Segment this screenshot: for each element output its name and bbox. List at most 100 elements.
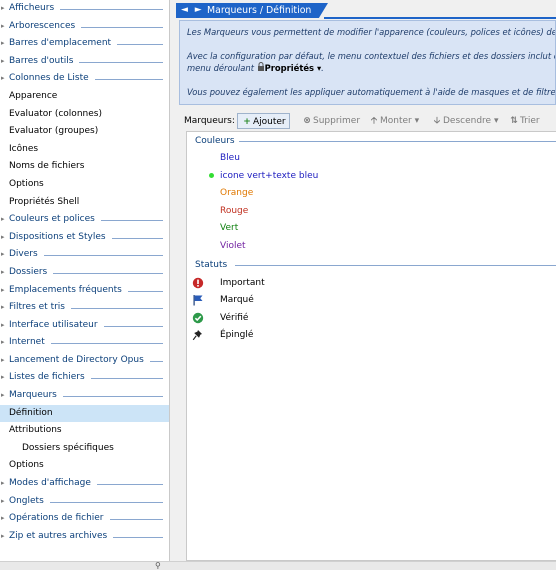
markers-list[interactable]: Couleurs Bleu icone vert+texte bleu Oran… (186, 131, 556, 561)
delete-button[interactable]: ⊗ Supprimer (298, 113, 363, 129)
arrow-down-icon: 🡣 (433, 116, 441, 126)
tree-section[interactable]: ▸ Arborescences (0, 18, 169, 36)
tree-section[interactable]: ▸ Modes d'affichage (0, 475, 169, 493)
tree-item[interactable]: Options (0, 457, 169, 475)
tree-label: Evaluator (groupes) (9, 126, 99, 137)
section-divider (50, 501, 163, 503)
list-item-color[interactable]: Bleu (220, 151, 240, 165)
list-item-color[interactable]: Orange (220, 186, 253, 200)
list-item-status[interactable]: Épinglé (220, 328, 253, 342)
chevron-right-icon[interactable]: ▸ (1, 53, 5, 71)
tree-item[interactable]: Icônes (0, 141, 169, 159)
tree-label: Modes d'affichage (9, 478, 91, 489)
tree-section[interactable]: ▸ Dossiers (0, 264, 169, 282)
add-button[interactable]: + Ajouter (237, 113, 290, 129)
group-divider (235, 265, 556, 266)
section-divider (110, 519, 163, 521)
tree-section[interactable]: ▸ Onglets (0, 493, 169, 511)
list-item-status[interactable]: Important (220, 276, 265, 290)
config-tree[interactable]: ▸ Afficheurs ▸ Arborescences ▸ Barres d'empla… (0, 0, 170, 561)
markers-label: Marqueurs: (184, 116, 235, 126)
arrow-up-icon: 🡡 (370, 116, 378, 126)
tree-section[interactable]: ▸ Listes de fichiers (0, 369, 169, 387)
chevron-right-icon[interactable]: ▸ (1, 299, 5, 317)
tree-label: Evaluator (colonnes) (9, 108, 102, 119)
section-divider (112, 237, 163, 239)
move-down-button[interactable]: 🡣 Descendre ▾ (428, 113, 502, 129)
tree-label: Arborescences (9, 20, 76, 31)
list-item-status[interactable]: Vérifié (220, 311, 248, 325)
tree-section[interactable]: ▸ Barres d'outils (0, 53, 169, 71)
tree-label: Opérations de fichier (9, 513, 104, 524)
tree-section[interactable]: ▸ Marqueurs (0, 387, 169, 405)
section-divider (101, 220, 163, 222)
tree-section[interactable]: ▸ Interface utilisateur (0, 317, 169, 335)
tree-item[interactable]: Dossiers spécifiques (0, 440, 169, 458)
tree-item[interactable]: Définition (0, 404, 169, 423)
tree-item[interactable]: Apparence (0, 88, 169, 106)
tree-label: Divers (9, 249, 38, 260)
section-divider (117, 44, 163, 46)
page-title: Marqueurs / Définition (207, 5, 312, 16)
tree-label: Dossiers spécifiques (22, 442, 114, 453)
tree-section[interactable]: ▸ Colonnes de Liste (0, 70, 169, 88)
chevron-right-icon[interactable]: ▸ (1, 369, 5, 387)
tree-section[interactable]: ▸ Internet (0, 334, 169, 352)
chevron-right-icon[interactable]: ▸ (1, 35, 5, 53)
tree-label: Définition (9, 407, 53, 418)
tree-item[interactable]: Options (0, 176, 169, 194)
chevron-right-icon[interactable]: ▸ (1, 282, 5, 300)
list-item-color[interactable]: Rouge (220, 204, 248, 218)
chevron-right-icon[interactable]: ▸ (1, 70, 5, 88)
chevron-right-icon[interactable]: ▸ (1, 510, 5, 528)
tree-label: Dossiers (9, 266, 48, 277)
chevron-right-icon[interactable]: ▸ (1, 317, 5, 335)
chevron-right-icon[interactable]: ▸ (1, 334, 5, 352)
flag-icon (192, 293, 204, 307)
chevron-right-icon[interactable]: ▸ (1, 246, 5, 264)
tree-label: Marqueurs (9, 390, 57, 401)
check-icon (192, 311, 204, 325)
list-item-color[interactable]: Vert (220, 221, 238, 235)
chevron-right-icon[interactable]: ▸ (1, 352, 5, 370)
tree-section[interactable]: ▸ Filtres et tris (0, 299, 169, 317)
list-item-color[interactable]: Violet (220, 239, 246, 253)
chevron-right-icon[interactable]: ▸ (1, 0, 5, 18)
tree-item[interactable]: Evaluator (colonnes) (0, 106, 169, 124)
tree-label: Options (9, 178, 44, 189)
chevron-right-icon[interactable]: ▸ (1, 475, 5, 493)
chevron-right-icon[interactable]: ▸ (1, 18, 5, 36)
tree-label: Barres d'outils (9, 55, 74, 66)
tree-section[interactable]: ▸ Divers (0, 246, 169, 264)
tree-label: Apparence (9, 90, 58, 101)
tree-section[interactable]: ▸ Zip et autres archives (0, 528, 169, 546)
sort-button[interactable]: ⇅ Trier (505, 113, 543, 129)
section-divider (79, 61, 163, 63)
markers-toolbar: Marqueurs: + Ajouter ⊗ Supprimer 🡡 Monter ▾… (179, 111, 556, 131)
tree-label: Attributions (9, 425, 62, 436)
tree-item[interactable]: Propriétés Shell (0, 194, 169, 212)
list-item-color[interactable]: icone vert+texte bleu (220, 169, 318, 183)
tree-label: Emplacements fréquents (9, 284, 122, 295)
chevron-right-icon[interactable]: ▸ (1, 493, 5, 511)
chevron-right-icon[interactable]: ▸ (1, 211, 5, 229)
group-divider (239, 141, 556, 142)
move-up-button[interactable]: 🡡 Monter ▾ (365, 113, 422, 129)
tree-section[interactable]: ▸ Dispositions et Styles (0, 229, 169, 247)
chevron-right-icon[interactable]: ▸ (1, 387, 5, 405)
tree-item[interactable]: Attributions (0, 422, 169, 440)
nav-arrows-icon[interactable]: ◄ ► (181, 3, 204, 18)
tree-item[interactable]: Noms de fichiers (0, 158, 169, 176)
tree-section[interactable]: ▸ Lancement de Directory Opus (0, 352, 169, 370)
tree-section[interactable]: ▸ Barres d'emplacement (0, 35, 169, 53)
chevron-right-icon[interactable]: ▸ (1, 528, 5, 546)
tree-section[interactable]: ▸ Afficheurs (0, 0, 169, 18)
chevron-right-icon[interactable]: ▸ (1, 264, 5, 282)
chevron-right-icon[interactable]: ▸ (1, 229, 5, 247)
tree-item[interactable]: Evaluator (groupes) (0, 123, 169, 141)
tree-section[interactable]: ▸ Emplacements fréquents (0, 282, 169, 300)
tree-section[interactable]: ▸ Couleurs et polices (0, 211, 169, 229)
tree-section[interactable]: ▸ Opérations de fichier (0, 510, 169, 528)
section-divider (104, 325, 163, 327)
list-item-status[interactable]: Marqué (220, 293, 254, 307)
